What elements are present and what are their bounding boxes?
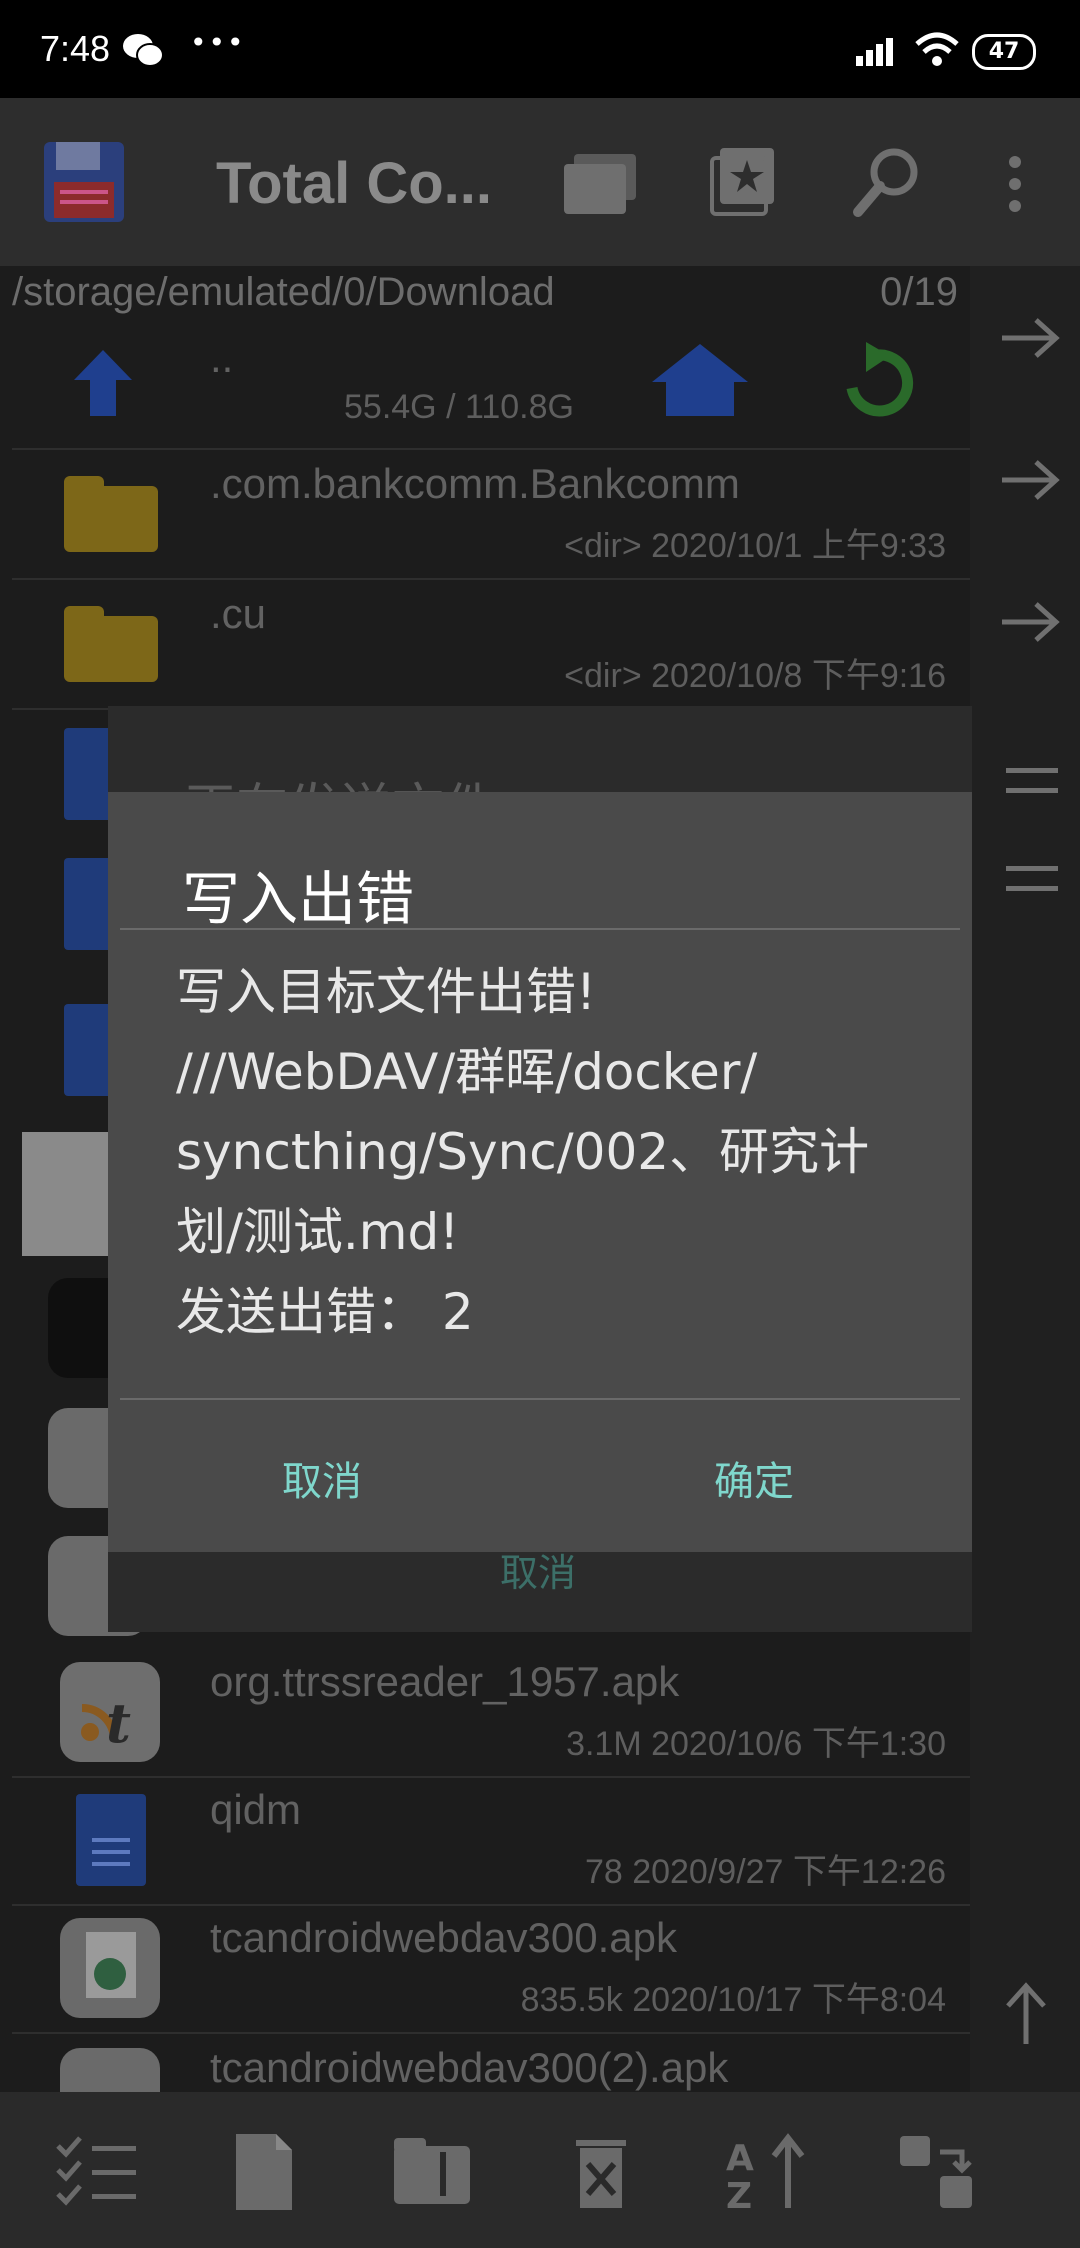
file-name: tcandroidwebdav300.apk bbox=[210, 1914, 678, 1961]
list-item[interactable]: .com.bankcomm.Bankcomm <dir> 2020/10/1 上… bbox=[12, 448, 970, 580]
wechat-icon bbox=[123, 34, 164, 67]
select-list-icon[interactable] bbox=[52, 2132, 142, 2212]
list-item[interactable]: t org.ttrssreader_1957.apk 3.1M 2020/10/… bbox=[12, 1648, 970, 1778]
cancel-button[interactable]: 取消 bbox=[112, 1432, 532, 1532]
dialog-message: 写入目标文件出错! ///WebDAV/群晖/docker/ syncthing… bbox=[176, 952, 936, 1352]
floppy-disk-icon[interactable] bbox=[42, 140, 126, 224]
signal-icon bbox=[856, 38, 893, 66]
dialog-title: 写入出错 bbox=[182, 865, 415, 933]
parent-directory-row[interactable]: .. 55.4G / 110.8G bbox=[12, 312, 970, 450]
arrow-right-icon[interactable] bbox=[1000, 316, 1060, 360]
selection-count: 0/19 bbox=[880, 270, 958, 314]
status-time: 7:48 bbox=[40, 28, 111, 69]
storage-usage: 55.4G / 110.8G bbox=[344, 388, 574, 426]
message-line: syncthing/Sync/002、研究计 bbox=[176, 1123, 870, 1181]
dialog-divider bbox=[120, 1398, 960, 1400]
equal-icon[interactable] bbox=[1006, 764, 1058, 800]
list-item[interactable]: tcandroidwebdav300(2).apk bbox=[12, 2032, 970, 2092]
webdav-app-icon bbox=[60, 2048, 160, 2092]
more-notifications-icon: ••• bbox=[190, 26, 246, 59]
ok-button[interactable]: 确定 bbox=[544, 1432, 964, 1532]
parent-dir-label: .. bbox=[210, 334, 234, 381]
home-icon[interactable] bbox=[650, 342, 750, 418]
current-path[interactable]: /storage/emulated/0/Download bbox=[12, 270, 555, 315]
bookmarks-icon[interactable] bbox=[710, 146, 776, 216]
search-icon[interactable] bbox=[852, 146, 922, 218]
status-bar: 7:48 ••• 47 bbox=[0, 0, 1080, 98]
list-item[interactable]: .cu <dir> 2020/10/8 下午9:16 bbox=[12, 578, 970, 710]
sort-icon[interactable]: A Z bbox=[724, 2132, 814, 2212]
file-name: tcandroidwebdav300(2).apk bbox=[210, 2044, 729, 2091]
message-line: 划/测试.md! bbox=[176, 1203, 460, 1261]
battery-indicator: 47 bbox=[972, 34, 1036, 70]
svg-text:t: t bbox=[106, 1691, 131, 1755]
zip-folder-icon[interactable] bbox=[390, 2132, 480, 2212]
file-meta: 78 2020/9/27 下午12:26 bbox=[584, 1853, 946, 1891]
file-meta: 835.5k 2020/10/17 下午8:04 bbox=[520, 1981, 946, 2019]
svg-text:A: A bbox=[726, 2138, 754, 2179]
file-name: .cu bbox=[210, 590, 267, 637]
up-arrow-icon[interactable] bbox=[72, 348, 134, 418]
webdav-app-icon bbox=[60, 1918, 160, 2018]
equal-icon[interactable] bbox=[1006, 862, 1058, 898]
message-line: 写入目标文件出错! bbox=[176, 963, 597, 1021]
arrow-right-icon[interactable] bbox=[1000, 600, 1060, 644]
list-item[interactable]: tcandroidwebdav300.apk 835.5k 2020/10/17… bbox=[12, 1904, 970, 2034]
app-title: Total Co... bbox=[216, 151, 493, 216]
more-vert-icon[interactable] bbox=[1004, 154, 1026, 214]
svg-text:Z: Z bbox=[726, 2176, 752, 2212]
file-name: qidm bbox=[210, 1786, 302, 1833]
error-dialog: 写入出错 写入目标文件出错! ///WebDAV/群晖/docker/ sync… bbox=[108, 792, 972, 1552]
arrow-up-icon[interactable] bbox=[1004, 1982, 1048, 2046]
wifi-icon bbox=[915, 32, 959, 66]
file-name: org.ttrssreader_1957.apk bbox=[210, 1658, 680, 1705]
file-name: .com.bankcomm.Bankcomm bbox=[210, 460, 740, 507]
document-icon bbox=[76, 1794, 146, 1886]
folders-icon[interactable] bbox=[562, 150, 640, 216]
message-line: 发送出错： 2 bbox=[176, 1283, 474, 1341]
file-meta: <dir> 2020/10/1 上午9:33 bbox=[564, 527, 946, 565]
ttrss-app-icon: t bbox=[60, 1662, 160, 1762]
arrow-right-icon[interactable] bbox=[1000, 458, 1060, 502]
dialog-divider bbox=[120, 928, 960, 930]
bottom-toolbar: A Z bbox=[0, 2092, 1080, 2248]
right-side-column bbox=[970, 266, 1080, 2092]
message-line: ///WebDAV/群晖/docker/ bbox=[176, 1043, 758, 1101]
new-file-icon[interactable] bbox=[226, 2132, 316, 2212]
list-item[interactable]: qidm 78 2020/9/27 下午12:26 bbox=[12, 1776, 970, 1906]
file-meta: 3.1M 2020/10/6 下午1:30 bbox=[566, 1725, 946, 1763]
refresh-icon[interactable] bbox=[838, 342, 918, 426]
delete-icon[interactable] bbox=[566, 2132, 656, 2212]
folder-icon bbox=[64, 606, 158, 682]
folder-icon bbox=[64, 476, 158, 552]
swap-panels-icon[interactable] bbox=[896, 2132, 986, 2212]
app-toolbar: Total Co... bbox=[0, 98, 1080, 266]
file-meta: <dir> 2020/10/8 下午9:16 bbox=[564, 657, 946, 695]
